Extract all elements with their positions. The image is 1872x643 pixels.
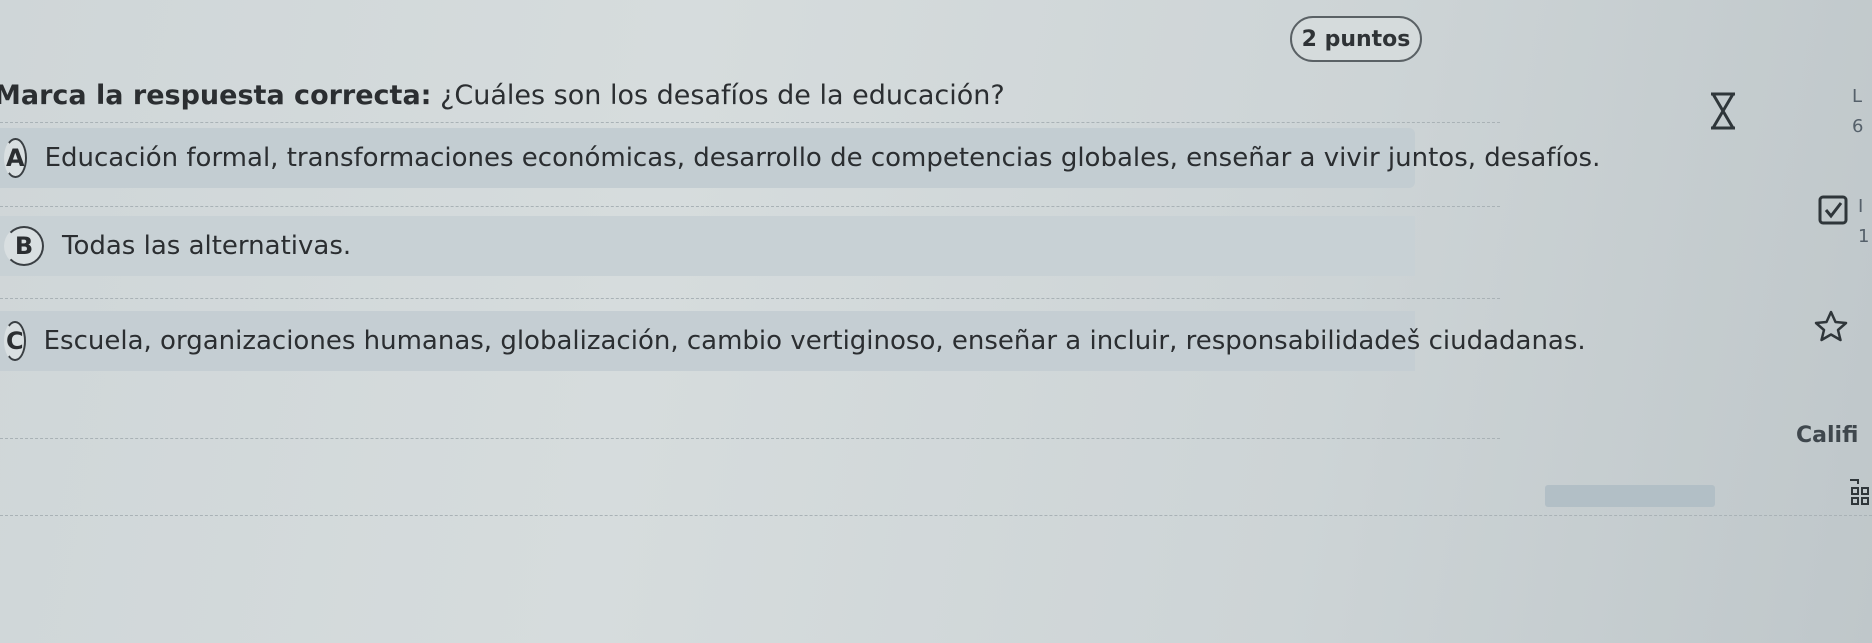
check-label: I: [1858, 196, 1864, 217]
star-icon: [1814, 310, 1848, 342]
hourglass-icon: [1711, 92, 1735, 130]
question-body: ¿Cuáles son los desafíos de la educación…: [431, 80, 1005, 111]
grid-icon: [1850, 479, 1869, 505]
divider: [0, 122, 1500, 123]
question-label: Marca la respuesta correcta:: [0, 80, 432, 111]
progress-bar: [1545, 485, 1715, 507]
calif-label: Califi: [1796, 423, 1859, 448]
option-c-letter: C: [4, 321, 26, 361]
divider: [0, 438, 1500, 439]
question-text: Marca la respuesta correcta: ¿Cuáles son…: [0, 80, 1005, 111]
timer-value: 6: [1852, 116, 1864, 137]
divider: [0, 515, 1872, 516]
timer-label: L: [1852, 86, 1863, 107]
points-badge: 2 puntos: [1290, 16, 1422, 62]
option-b[interactable]: B Todas las alternativas.: [0, 216, 1415, 276]
divider: [0, 298, 1500, 299]
option-b-text: Todas las alternativas.: [62, 231, 352, 261]
option-b-letter: B: [4, 226, 44, 266]
option-c-text: Escuela, organizaciones humanas, globali…: [43, 326, 1586, 356]
divider: [0, 206, 1500, 207]
option-a[interactable]: A Educación formal, transformaciones eco…: [0, 128, 1600, 188]
checkbox-icon: [1818, 195, 1848, 225]
option-c[interactable]: C Escuela, organizaciones humanas, globa…: [0, 311, 1586, 371]
check-value: 1: [1858, 226, 1870, 247]
option-a-letter: A: [4, 138, 27, 178]
option-a-text: Educación formal, transformaciones econó…: [44, 143, 1601, 173]
